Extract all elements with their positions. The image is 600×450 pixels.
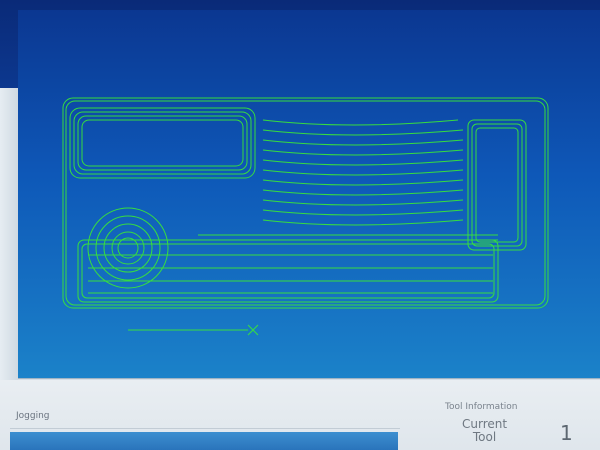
jogging-header[interactable]: Jogging: [10, 408, 400, 429]
current-tool-label-line2: Tool: [472, 430, 497, 444]
current-tool-value: 1: [560, 421, 573, 445]
tool-information-title: Tool Information: [445, 402, 518, 412]
jogging-control-bar[interactable]: [10, 432, 398, 450]
toolpath-viewport[interactable]: [18, 10, 600, 379]
jogging-label: Jogging: [16, 411, 50, 421]
current-tool-label: Current Tool: [462, 418, 507, 444]
toolpath-graphic: [62, 97, 549, 336]
bottom-panel: Jogging Tool Information Current Tool 1: [0, 380, 600, 450]
left-bezel: [0, 88, 18, 388]
